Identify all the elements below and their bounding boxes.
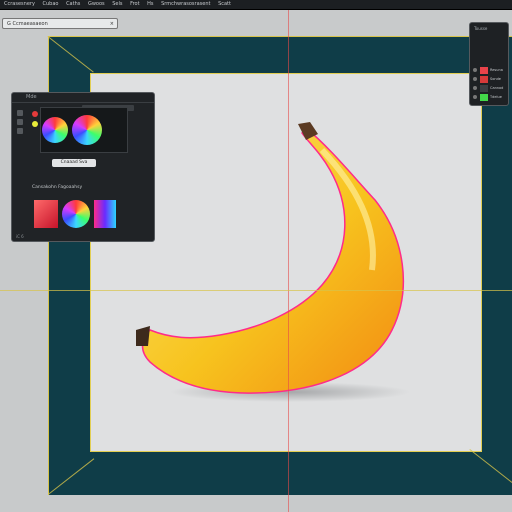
- tool-icon[interactable]: [17, 128, 23, 134]
- document-tab[interactable]: G Ccmaeasaeon ×: [2, 18, 118, 29]
- panel-footer: iC 6: [16, 234, 24, 239]
- red-dot-icon[interactable]: [32, 111, 38, 117]
- layer-row[interactable]: Tdelue: [473, 94, 507, 101]
- layer-thumbnail: [480, 76, 488, 83]
- eye-icon[interactable]: [473, 77, 477, 81]
- eye-icon[interactable]: [473, 86, 477, 90]
- spectrum-swatch[interactable]: [94, 200, 116, 228]
- color-panel: Mde Cnaaad Sva Cansakohn Fagoaahsy iC 6: [11, 92, 155, 242]
- layer-thumbnail: [480, 67, 488, 74]
- hue-swatch-icon[interactable]: [62, 200, 90, 228]
- eye-icon[interactable]: [473, 68, 477, 72]
- banana-tip: [136, 326, 150, 346]
- layer-row[interactable]: Sonde: [473, 76, 507, 83]
- banana-body: [141, 126, 405, 394]
- section-label: Cansakohn Fagoaahsy: [32, 185, 83, 190]
- document-title: G Ccmaeasaeon: [7, 21, 48, 27]
- close-icon[interactable]: ×: [110, 19, 114, 30]
- layer-name: Tdelue: [490, 95, 502, 99]
- layers-title: Tousse: [474, 26, 488, 31]
- layer-thumbnail: [480, 85, 488, 92]
- tool-icon[interactable]: [17, 110, 23, 116]
- color-mode-button[interactable]: Cnaaad Sva: [52, 159, 96, 167]
- layer-row[interactable]: Cannod: [473, 85, 507, 92]
- panel-header: Mde: [12, 93, 154, 103]
- layer-row[interactable]: Resuna: [473, 67, 507, 74]
- eye-icon[interactable]: [473, 95, 477, 99]
- red-swatch[interactable]: [34, 200, 58, 228]
- layers-panel: Tousse Resuna Sonde Cannod Tdelue: [469, 22, 509, 106]
- green-dot-icon[interactable]: [32, 121, 38, 127]
- layer-name: Sonde: [490, 77, 501, 81]
- color-wheel-icon[interactable]: [42, 117, 68, 143]
- layer-name: Cannod: [490, 86, 504, 90]
- banana-image[interactable]: [0, 0, 512, 512]
- color-wheel-large-icon[interactable]: [72, 115, 102, 145]
- vertical-guide[interactable]: [288, 10, 289, 512]
- layer-thumbnail: [480, 94, 488, 101]
- layer-name: Resuna: [490, 68, 503, 72]
- tool-icon[interactable]: [17, 119, 23, 125]
- panel-tool-column: [15, 107, 25, 137]
- horizontal-guide[interactable]: [0, 290, 512, 291]
